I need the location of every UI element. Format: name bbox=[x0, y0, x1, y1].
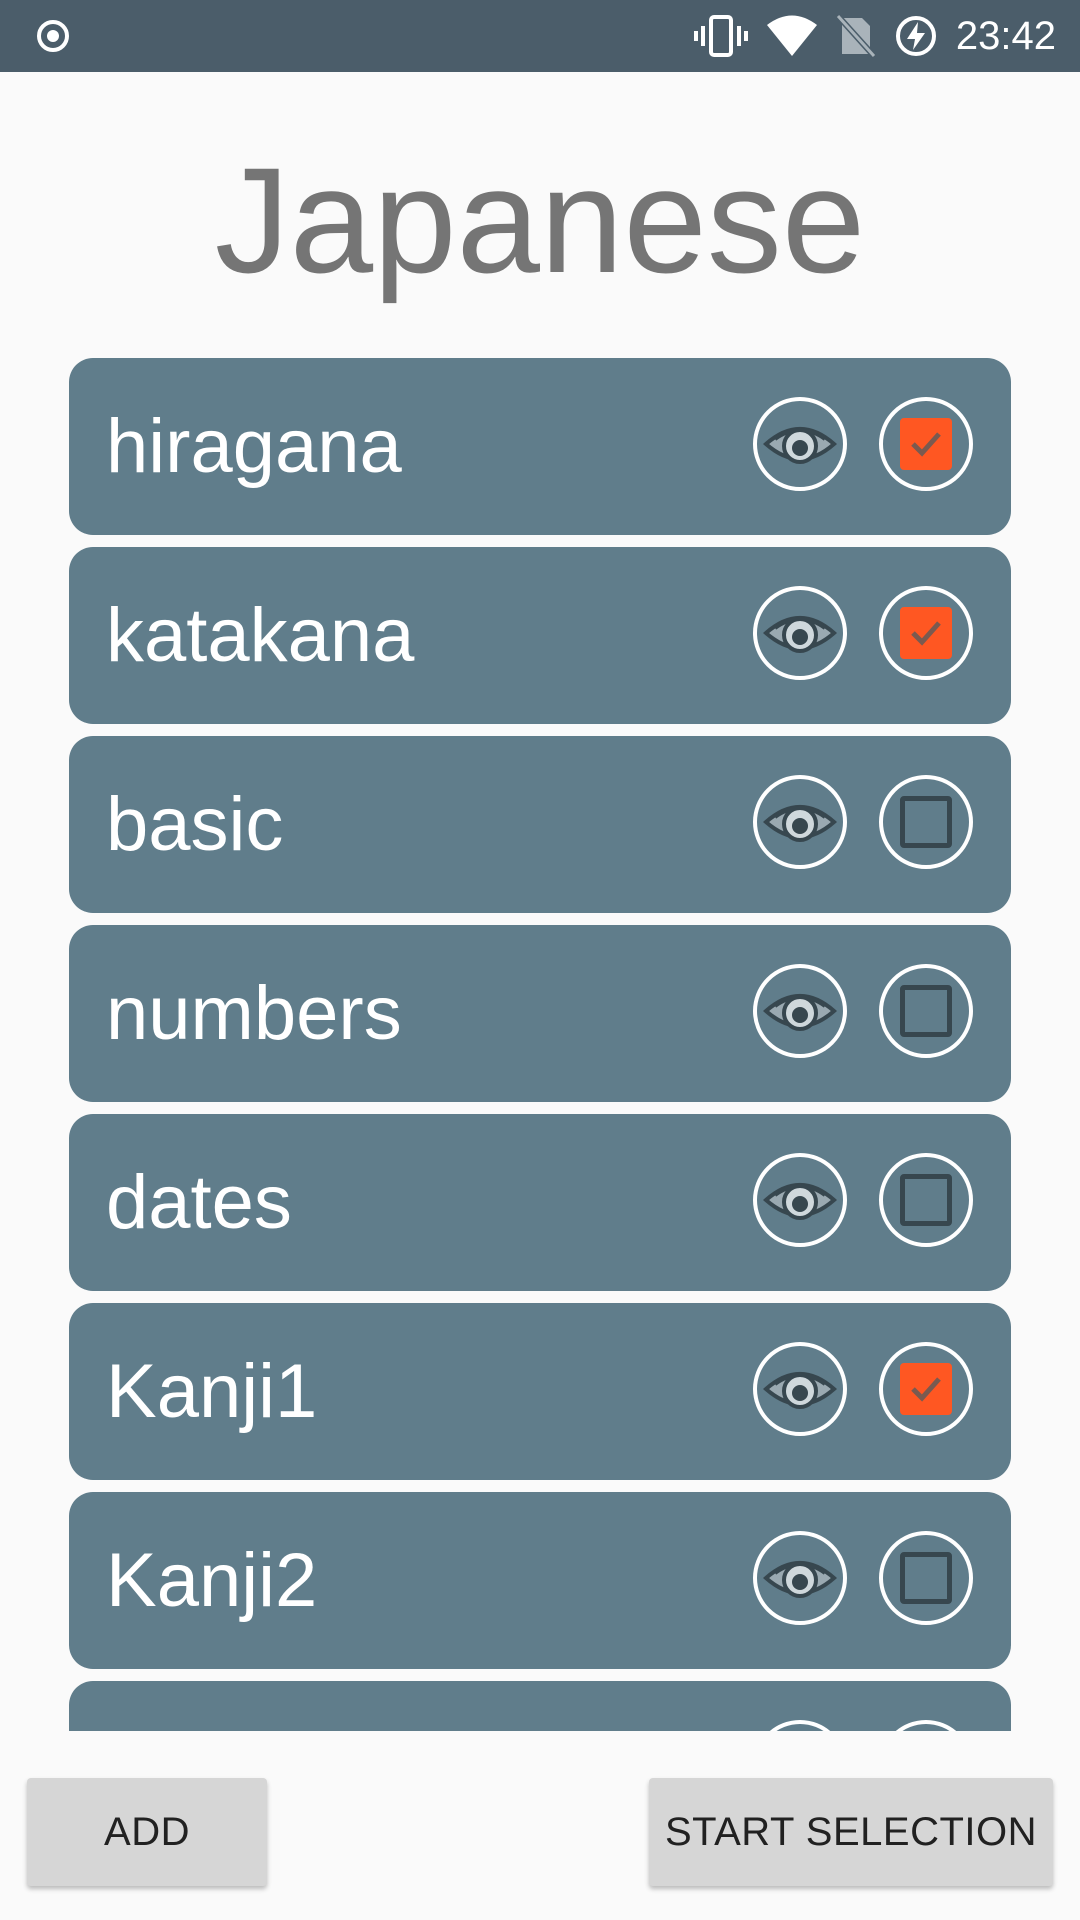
select-checkbox-button[interactable] bbox=[879, 964, 973, 1058]
view-button[interactable] bbox=[753, 586, 847, 680]
list-item[interactable]: katakana bbox=[69, 547, 1011, 724]
wifi-icon bbox=[766, 15, 817, 56]
select-checkbox-button[interactable] bbox=[879, 775, 973, 869]
checkbox-checked-icon bbox=[900, 607, 952, 659]
checkbox-checked-icon bbox=[900, 418, 952, 470]
start-selection-button[interactable]: START SELECTION bbox=[649, 1778, 1053, 1886]
view-button[interactable] bbox=[753, 964, 847, 1058]
battery-charging-icon bbox=[895, 16, 936, 56]
select-checkbox-button[interactable] bbox=[879, 1720, 973, 1731]
list-item[interactable]: Kanji1 bbox=[69, 1303, 1011, 1480]
list-item[interactable]: dates bbox=[69, 1114, 1011, 1291]
status-icons: 23:42 bbox=[693, 0, 1056, 72]
list-item[interactable]: basic bbox=[69, 736, 1011, 913]
list-item[interactable]: hiragana bbox=[69, 358, 1011, 535]
list-item[interactable]: numbers bbox=[69, 925, 1011, 1102]
checkbox-unchecked-icon bbox=[900, 1174, 952, 1226]
checkbox-unchecked-icon bbox=[900, 796, 952, 848]
eye-icon bbox=[763, 606, 837, 660]
eye-icon bbox=[763, 1362, 837, 1416]
view-button[interactable] bbox=[753, 1153, 847, 1247]
list-item-label: Kanji1 bbox=[106, 1349, 318, 1434]
eye-icon bbox=[763, 417, 837, 471]
list-item-label: basic bbox=[106, 782, 284, 867]
list-item-label: Kanji2 bbox=[106, 1538, 318, 1623]
list-item-label: katakana bbox=[106, 593, 415, 678]
checkbox-checked-icon bbox=[900, 1363, 952, 1415]
select-checkbox-button[interactable] bbox=[879, 1531, 973, 1625]
add-button[interactable]: ADD bbox=[27, 1778, 267, 1886]
eye-icon bbox=[763, 984, 837, 1038]
no-sim-icon bbox=[835, 14, 876, 58]
select-checkbox-button[interactable] bbox=[879, 1342, 973, 1436]
view-button[interactable] bbox=[753, 1720, 847, 1731]
record-icon bbox=[37, 20, 69, 52]
status-bar: 23:42 bbox=[0, 0, 1080, 72]
eye-icon bbox=[763, 795, 837, 849]
vibrate-icon bbox=[693, 15, 748, 57]
eye-icon bbox=[763, 1173, 837, 1227]
view-button[interactable] bbox=[753, 775, 847, 869]
select-checkbox-button[interactable] bbox=[879, 1153, 973, 1247]
list-item-label: dates bbox=[106, 1160, 292, 1245]
checkbox-unchecked-icon bbox=[900, 1552, 952, 1604]
view-button[interactable] bbox=[753, 397, 847, 491]
list-item[interactable]: Kanji2 bbox=[69, 1492, 1011, 1669]
select-checkbox-button[interactable] bbox=[879, 586, 973, 680]
page-title: Japanese bbox=[214, 136, 866, 304]
list-item-label: hiragana bbox=[106, 404, 402, 489]
list-item-label: numbers bbox=[106, 971, 402, 1056]
category-list[interactable]: hiragana katakana basic numbers dates Kanji1 K… bbox=[0, 358, 1080, 1731]
eye-icon bbox=[763, 1551, 837, 1605]
view-button[interactable] bbox=[753, 1342, 847, 1436]
list-item[interactable] bbox=[69, 1681, 1011, 1731]
view-button[interactable] bbox=[753, 1531, 847, 1625]
status-time: 23:42 bbox=[955, 13, 1056, 58]
select-checkbox-button[interactable] bbox=[879, 397, 973, 491]
checkbox-unchecked-icon bbox=[900, 985, 952, 1037]
